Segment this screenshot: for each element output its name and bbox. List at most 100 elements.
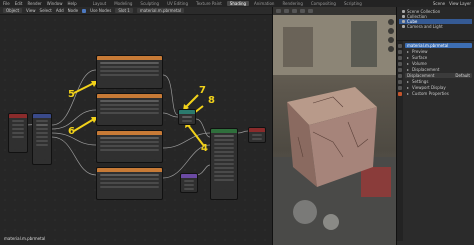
camera-icon [402,25,405,28]
expand-arrow-icon [407,92,409,95]
node-header [181,174,197,178]
mesh-icon [402,20,405,23]
slot-dropdown[interactable]: Slot 1 [115,8,133,13]
principled-bsdf-node[interactable] [210,128,238,200]
zoom-icon[interactable] [388,19,394,25]
tab-modeling[interactable]: Modeling [111,1,135,6]
menu-help[interactable]: Help [67,1,76,6]
render-icon[interactable] [398,50,402,54]
section-preview[interactable]: Preview [405,49,472,54]
properties-editor: material.m.pbrmetal Preview Surface Volu… [397,41,474,241]
viewport-add-button[interactable] [300,9,305,13]
viewport-shading-button[interactable] [308,9,313,13]
displacement-value[interactable]: Default [455,73,470,78]
object-icon[interactable] [398,74,402,78]
material-slot[interactable]: material.m.pbrmetal [405,43,472,48]
viewport-view-button[interactable] [284,9,289,13]
image-texture-node-color[interactable] [96,55,163,89]
scene-icon[interactable] [398,62,402,66]
section-settings[interactable]: Settings [405,79,472,84]
menu-file[interactable]: File [3,1,10,6]
annotation-4: 4 [201,143,208,154]
scene-selector[interactable]: Scene [433,1,445,6]
menu-edit[interactable]: Edit [15,1,23,6]
displacement-field[interactable]: Displacement Default [405,73,472,78]
node-header [97,94,162,98]
menu-node[interactable]: Node [68,8,78,13]
tab-texture-paint[interactable]: Texture Paint [193,1,225,6]
expand-arrow-icon [407,80,409,83]
use-nodes-checkbox[interactable] [82,8,87,13]
mapping-node[interactable] [32,113,52,165]
tab-animation[interactable]: Animation [251,1,277,6]
section-custom-properties[interactable]: Custom Properties [405,91,472,96]
object-mode-dropdown[interactable]: Object [3,8,23,13]
tab-scripting[interactable]: Scripting [341,1,365,6]
tab-rendering[interactable]: Rendering [279,1,305,6]
annotation-7: 7 [199,85,206,96]
expand-arrow-icon [407,62,409,65]
viewport-select-button[interactable] [292,9,297,13]
collection-icon [402,15,405,18]
annotation-5: 5 [68,89,75,100]
world-icon[interactable] [398,68,402,72]
image-texture-node-normal[interactable] [96,130,163,163]
tool-icon[interactable] [398,44,402,48]
camera-icon[interactable] [388,37,394,43]
section-volume[interactable]: Volume [405,61,472,66]
expand-arrow-icon [407,56,409,59]
physics-icon[interactable] [398,86,402,90]
image-texture-node-roughness[interactable] [96,93,163,126]
tab-layout[interactable]: Layout [90,1,110,6]
viewport-scene [273,15,396,245]
annotation-6: 6 [68,126,75,137]
collection-icon [402,10,405,13]
node-tree-label: material.m.pbrmetal [4,236,46,241]
node-header [97,56,162,60]
node-editor-toolbar: Object View Select Add Node Use Nodes Sl… [0,7,272,15]
outliner-item-camera-light[interactable]: Camera and Light [399,24,472,29]
node-header [9,114,27,118]
section-surface[interactable]: Surface [405,55,472,60]
material-icon[interactable] [398,92,402,96]
node-header [97,131,162,135]
section-viewport-display[interactable]: Viewport Display [405,85,472,90]
material-selector[interactable]: material.m.pbrmetal [136,8,185,13]
menu-select[interactable]: Select [40,8,52,13]
right-panel: Scene Collection Collection Cube Camera … [396,7,474,245]
image-texture-node-height[interactable] [96,167,163,200]
tab-compositing[interactable]: Compositing [308,1,339,6]
tab-uv-editing[interactable]: UV Editing [164,1,191,6]
node-header [211,129,237,133]
grid-icon[interactable] [388,46,394,52]
menu-view[interactable]: View [26,8,36,13]
material-output-node[interactable] [248,127,266,143]
pan-hand-icon[interactable] [388,28,394,34]
menu-window[interactable]: Window [47,1,63,6]
tab-sculpting[interactable]: Sculpting [137,1,162,6]
color-node[interactable] [178,109,196,125]
use-nodes-label: Use Nodes [90,8,112,13]
menu-render[interactable]: Render [27,1,41,6]
annotation-8: 8 [208,95,215,106]
expand-arrow-icon [407,86,409,89]
texture-coordinate-node[interactable] [8,113,28,153]
expand-arrow-icon [407,68,409,71]
viewport-header [273,7,396,15]
3d-viewport[interactable] [272,7,396,245]
top-bar: File Edit Render Window Help Layout Mode… [0,0,474,7]
topbar-right: Scene View Layer [433,1,471,6]
viewport-mode-button[interactable] [276,9,281,13]
view-layer-selector[interactable]: View Layer [449,1,471,6]
menu-add[interactable]: Add [56,8,64,13]
node-editor-canvas[interactable]: 5 6 7 8 4 material.m.pbrmetal [0,15,272,245]
normal-map-node[interactable] [180,173,198,193]
output-icon[interactable] [398,56,402,60]
modifier-icon[interactable] [398,80,402,84]
section-displacement[interactable]: Displacement [405,67,472,72]
node-header [97,168,162,172]
workspace-tabs: Layout Modeling Sculpting UV Editing Tex… [90,1,365,6]
expand-arrow-icon [407,50,409,53]
tab-shading[interactable]: Shading [226,1,250,6]
node-header [33,114,51,118]
